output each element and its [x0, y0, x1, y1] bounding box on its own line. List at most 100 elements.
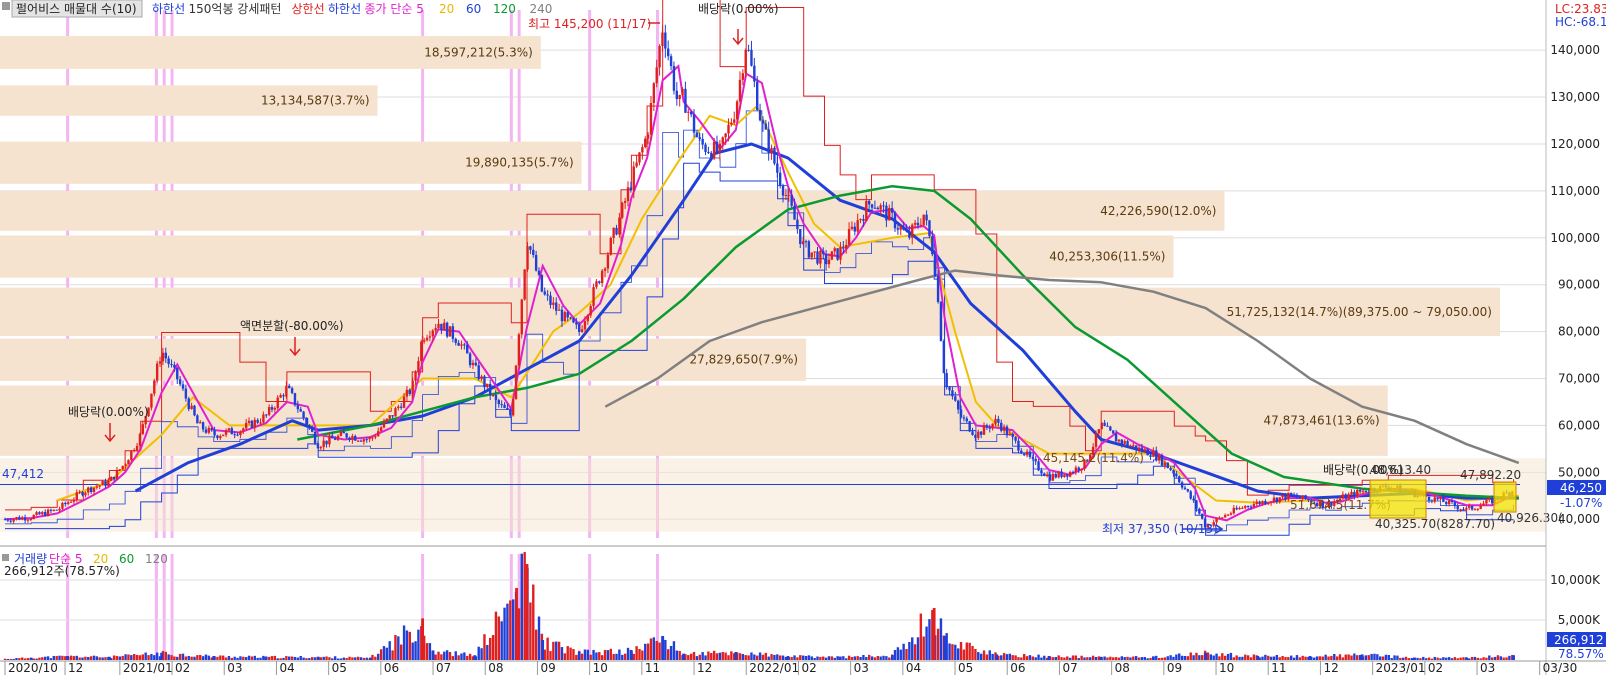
candle-body [1152, 450, 1155, 457]
candle-body [288, 385, 291, 389]
volume-bar [566, 646, 569, 660]
candle-body [1129, 445, 1132, 447]
volume-spike [264, 656, 268, 660]
volume-bar [276, 658, 279, 660]
volume-bar [589, 654, 592, 660]
candle-body [221, 434, 225, 437]
candle-body [922, 214, 925, 225]
candle-body [12, 519, 15, 522]
volume-bar [644, 643, 647, 660]
volume-spike [212, 656, 216, 660]
volume-bar [460, 653, 463, 660]
price-tick-label: 50,000 [1558, 465, 1600, 479]
candle-body [1241, 507, 1244, 509]
candle-body [1485, 499, 1488, 504]
volume-bar [646, 643, 650, 660]
legend-item: 150억봉 강세패턴 [189, 2, 282, 16]
candle-body [1235, 507, 1238, 510]
legend-item: 60 [466, 2, 481, 16]
panel-menu-icon[interactable] [2, 2, 10, 10]
volume-bar [1195, 652, 1198, 660]
candle-body [130, 450, 133, 461]
volume-bar [1261, 656, 1264, 660]
candle-body [95, 486, 99, 488]
volume-bar [132, 653, 136, 660]
volume-bar [81, 657, 84, 660]
volume-bar [1097, 656, 1101, 660]
volume-spike [431, 650, 435, 660]
volume-bar [557, 641, 561, 660]
volume-bar [1376, 654, 1379, 660]
candle-body [1278, 497, 1281, 503]
volume-bar [201, 656, 205, 660]
volume-bar [1264, 654, 1267, 660]
candle-body [517, 334, 521, 366]
volume-bar [678, 651, 681, 660]
left-reference-price: 47,412 [2, 467, 44, 481]
price-tick-label: 60,000 [1558, 418, 1600, 432]
annotation-high: 최고 145,200 (11/17) [528, 17, 651, 31]
volume-bar [466, 655, 469, 660]
volume-bar [741, 654, 745, 660]
volume-bar [919, 613, 923, 660]
volume-bar [704, 655, 707, 660]
volume-bar [1312, 657, 1316, 660]
volume-bar [862, 654, 865, 660]
candle-body [448, 326, 452, 337]
candle-body [1201, 513, 1204, 519]
candle-body [399, 406, 403, 408]
volume-spike [525, 564, 529, 660]
volume-menu-icon[interactable] [2, 554, 9, 561]
volume-bar [537, 616, 541, 660]
candle-body [1361, 490, 1365, 492]
candle-body [810, 252, 813, 258]
volume-bar [1321, 656, 1324, 660]
candle-body [265, 414, 268, 416]
candle-body [830, 251, 834, 260]
candle-body [239, 431, 242, 436]
volume-bar [770, 654, 773, 660]
volume-bar [879, 656, 882, 660]
candle-body [1226, 514, 1230, 516]
candle-body [1100, 422, 1103, 430]
candle-body [600, 270, 604, 284]
volume-bar [52, 655, 56, 660]
candle-body [1097, 429, 1101, 434]
volume-bar [356, 656, 360, 660]
volume-bar [1057, 655, 1060, 660]
volume-bar [888, 657, 891, 660]
x-tick-label: 09 [540, 661, 555, 675]
volume-bar [1338, 654, 1342, 660]
candle-body [931, 236, 934, 255]
volume-bar [224, 657, 228, 660]
volume-bar [1160, 657, 1164, 660]
candle-body [730, 122, 733, 125]
volume-bar [1436, 657, 1439, 660]
volume-bar [1005, 654, 1009, 660]
volume-bar [592, 649, 595, 660]
volume-bar [75, 655, 78, 660]
volume-bar [382, 646, 386, 660]
volume-bar [61, 655, 64, 660]
volume-bar [1476, 657, 1480, 660]
current-price: 46,250 [1560, 481, 1602, 495]
candle-body [1132, 445, 1135, 447]
volume-bar [92, 655, 96, 660]
candle-body [1137, 447, 1141, 451]
volume-bar [833, 657, 836, 660]
candle-body [557, 309, 561, 311]
candle-body [959, 409, 963, 418]
volume-bar [506, 603, 509, 660]
volume-bar [1011, 655, 1014, 660]
volume-bar [270, 656, 274, 660]
stock-chart[interactable]: 18,597,212(5.3%) 13,134,587(3.7%) 19,890,1… [0, 0, 1606, 675]
volume-bar [26, 658, 30, 660]
volume-bar [555, 641, 558, 660]
candle-body [526, 246, 529, 270]
candle-body [997, 418, 1000, 423]
volume-profile-label: 42,226,590(12.0%) [1100, 204, 1216, 218]
current-volume: 266,912 [1554, 633, 1604, 647]
volume-bar [1462, 657, 1465, 660]
candle-body [1172, 470, 1175, 474]
candle-body [1112, 430, 1115, 434]
